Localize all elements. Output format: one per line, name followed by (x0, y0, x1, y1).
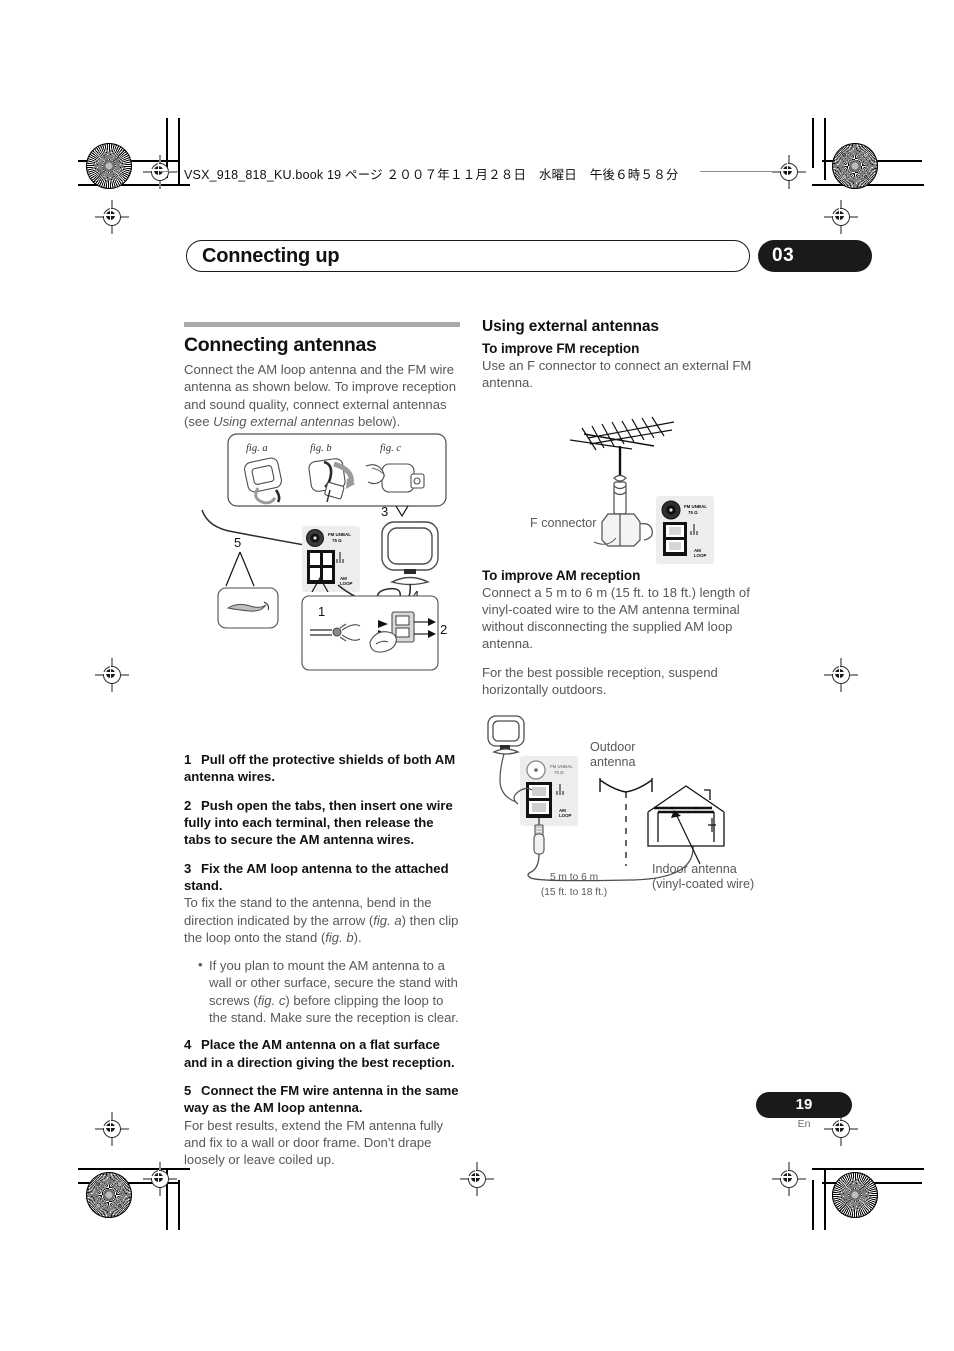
intro-text-italic: Using external antennas (213, 413, 355, 429)
step-2-number: 2 (184, 797, 192, 813)
step-4: 4 Place the AM antenna on a flat surface … (184, 1036, 460, 1071)
page-language-label: En (797, 1118, 811, 1130)
registration-starburst-bottom-right (832, 1172, 878, 1218)
step-5-number: 5 (184, 1082, 192, 1098)
callout-3: 3 (381, 504, 388, 519)
registration-cross-bottom-center (460, 1162, 494, 1196)
am-terminal-loop-label: LOOP (559, 813, 572, 818)
print-header-rule-right (700, 171, 778, 172)
crop-mark-top-left-v2 (178, 118, 180, 186)
main-antenna-diagram: fig. a fig. b fig. c FM UNBAL 75 Ω AM LO… (201, 432, 464, 672)
crop-mark-bottom-right-v (824, 1168, 826, 1230)
fm-terminal-loop-label: LOOP (694, 553, 707, 558)
step-2-block: 2 Push open the tabs, then insert one wir… (184, 797, 460, 849)
section-title-using-external-antennas: Using external antennas (482, 318, 659, 335)
step-5-block: 5 Connect the FM wire antenna in the same… (184, 1082, 460, 1168)
step-5: 5 Connect the FM wire antenna in the same… (184, 1082, 460, 1117)
step-1: 1 Pull off the protective shields of both… (184, 751, 460, 786)
page-number-badge: 19 (756, 1092, 852, 1118)
step-4-block: 4 Place the AM antenna on a flat surface … (184, 1036, 460, 1071)
list-item: If you plan to mount the AM antenna to a… (198, 956, 460, 1026)
registration-cross-left-lower (95, 1112, 129, 1146)
f-connector-label: F connector (530, 516, 597, 530)
outdoor-antenna-label-line2: antenna (590, 755, 636, 769)
callout-5: 5 (234, 535, 241, 550)
step-4-text: Place the AM antenna on a flat surface a… (184, 1037, 455, 1070)
intro-text-2: below). (354, 413, 401, 429)
intro-paragraph: Connect the AM loop antenna and the FM w… (184, 361, 460, 430)
outdoor-antenna-label: Outdoor antenna (590, 740, 636, 770)
step-5-body: For best results, extend the FM antenna … (184, 1117, 444, 1168)
page-number: 19 (795, 1096, 813, 1113)
bullet-text-italic: fig. c (257, 992, 286, 1008)
step-3-bullet-list: If you plan to mount the AM antenna to a… (184, 956, 460, 1026)
step-2: 2 Push open the tabs, then insert one wir… (184, 797, 460, 849)
fig-b-label: fig. b (310, 443, 332, 454)
step-3-body-3: ). (353, 929, 362, 945)
step-3-body: To fix the stand to the antenna, bend in… (184, 894, 460, 946)
registration-cross-bottom-right (772, 1162, 806, 1196)
step-4-number: 4 (184, 1037, 192, 1053)
print-header-rule-left (160, 171, 178, 172)
crop-mark-bottom-left-v2 (178, 1180, 180, 1230)
registration-cross-right-middle (824, 658, 858, 692)
registration-cross-left-upper (95, 200, 129, 234)
registration-starburst-top-left (86, 143, 132, 189)
indoor-antenna-label-line2: (vinyl-coated wire) (652, 877, 755, 891)
subheading-fm-reception: To improve FM reception (482, 341, 640, 356)
registration-starburst-top-right (832, 143, 878, 189)
wire-length-label: 5 m to 6 m (15 ft. to 18 ft.) (522, 870, 626, 900)
am-external-antenna-diagram: FM UNBAL 75 Ω AM LOOP Outdoor antenna In… (482, 712, 768, 902)
outdoor-antenna-label-line1: Outdoor (590, 740, 636, 754)
registration-cross-top-header-right (772, 155, 806, 189)
am-reception-body-1: Connect a 5 m to 6 m (15 ft. to 18 ft.) … (482, 584, 750, 652)
step-3-text: Fix the AM loop antenna to the attached … (184, 860, 449, 893)
registration-starburst-bottom-left (86, 1172, 132, 1218)
step-3-body-italic-1: fig. a (373, 912, 402, 928)
wire-length-line1: 5 m to 6 m (549, 872, 599, 883)
terminal-loop-label: LOOP (340, 581, 353, 586)
callout-2: 2 (440, 622, 447, 637)
section-title-connecting-antennas: Connecting antennas (184, 334, 377, 356)
fm-terminal-fm-unbal-label: FM UNBAL (684, 504, 707, 509)
fm-external-antenna-diagram: FM UNBAL 75 Ω AM LOOP F connector (524, 416, 740, 574)
step-3-body-italic-2: fig. b (325, 929, 354, 945)
print-filename-line: VSX_918_818_KU.book 19 ページ ２００７年１１月２８日 水… (184, 168, 679, 182)
terminal-fm-unbal-label: FM UNBAL (328, 532, 351, 537)
step-1-text: Pull off the protective shields of both … (184, 752, 456, 785)
chapter-number-label: 03 (772, 245, 795, 266)
registration-cross-top-header-left (143, 155, 177, 189)
indoor-antenna-label-line1: Indoor antenna (652, 862, 737, 876)
step-5-text: Connect the FM wire antenna in the same … (184, 1082, 459, 1116)
chapter-number-badge: 03 (758, 240, 872, 272)
crop-mark-top-right-v2 (812, 118, 814, 168)
fm-terminal-75ohm-label: 75 Ω (688, 510, 698, 515)
crop-mark-bottom-right-v2 (812, 1180, 814, 1230)
terminal-75ohm-label: 75 Ω (332, 538, 342, 543)
registration-cross-left-middle (95, 658, 129, 692)
fig-c-label: fig. c (380, 443, 401, 454)
fm-reception-body: Use an F connector to connect an externa… (482, 358, 752, 391)
crop-mark-top-right-v (824, 118, 826, 180)
section-rule (184, 322, 460, 327)
crop-mark-bottom-right-h (812, 1168, 924, 1170)
am-terminal-75ohm-label: 75 Ω (554, 770, 564, 775)
wire-length-line2: (15 ft. to 18 ft.) (540, 887, 608, 898)
fig-a-label: fig. a (246, 443, 268, 454)
indoor-antenna-label: Indoor antenna (vinyl-coated wire) (652, 862, 754, 892)
callout-1: 1 (318, 604, 325, 619)
registration-cross-right-upper (824, 200, 858, 234)
page-title: Connecting up (202, 245, 340, 267)
step-3-block: 3 Fix the AM loop antenna to the attached… (184, 860, 460, 946)
step-1-number: 1 (184, 752, 192, 768)
am-reception-body-2: For the best possible reception, suspend… (482, 664, 718, 698)
registration-cross-bottom-left (143, 1162, 177, 1196)
step-2-text: Push open the tabs, then insert one wire… (184, 797, 453, 848)
step-3: 3 Fix the AM loop antenna to the attached… (184, 860, 460, 895)
step-3-number: 3 (184, 860, 192, 876)
step-1-block: 1 Pull off the protective shields of both… (184, 751, 460, 786)
am-terminal-fm-unbal-label: FM UNBAL (550, 764, 573, 769)
